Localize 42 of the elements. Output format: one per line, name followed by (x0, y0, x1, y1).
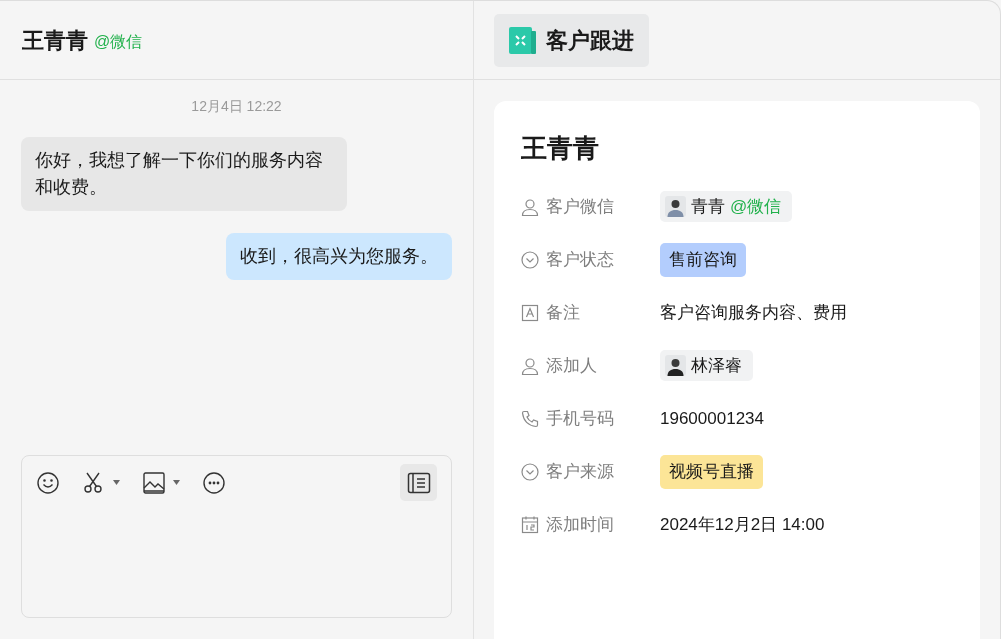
image-tool-button[interactable] (142, 470, 180, 495)
contact-chip[interactable]: 青青 @微信 (660, 191, 793, 222)
more-tool-button[interactable] (202, 470, 226, 495)
field-label: 备注 (546, 301, 580, 324)
person-icon (521, 197, 539, 216)
app-icon (509, 26, 536, 54)
caret-icon (113, 480, 120, 485)
field-label: 添加人 (546, 354, 597, 377)
field-label: 客户状态 (546, 248, 614, 271)
field-label: 客户微信 (546, 195, 614, 218)
more-icon (202, 470, 226, 495)
field-value: 2024年12月2日 14:00 (660, 513, 825, 536)
chevron-circle-icon (521, 462, 539, 481)
caret-icon (173, 480, 180, 485)
option-tag: 视频号直播 (660, 454, 763, 489)
emoji-tool-button[interactable] (36, 470, 60, 495)
person-chip[interactable]: 林泽睿 (660, 350, 753, 381)
channel-label: @微信 (94, 31, 143, 52)
scissors-tool-button[interactable] (82, 470, 120, 495)
smiley-icon (36, 470, 60, 495)
text-field-icon (521, 303, 539, 322)
message-bubble: 你好，我想了解一下你们的服务内容和收费。 (21, 137, 347, 211)
field-label: 手机号码 (546, 407, 614, 430)
field-label: 添加时间 (546, 513, 614, 536)
panel-icon (406, 471, 431, 494)
contact-name: 王青青 (22, 26, 88, 55)
person-icon (521, 356, 539, 375)
customer-follow-up-tab[interactable]: 客户跟进 (494, 13, 649, 67)
calendar-icon (521, 515, 539, 534)
customer-name: 王青青 (521, 132, 600, 165)
side-panel-button[interactable] (400, 464, 437, 501)
field-value: 客户咨询服务内容、费用 (660, 301, 847, 324)
avatar-icon (665, 196, 686, 217)
message-timestamp: 12月4日 12:22 (191, 97, 282, 116)
field-label: 客户来源 (546, 460, 614, 483)
image-icon (142, 470, 166, 495)
field-value: 19600001234 (660, 407, 764, 430)
chevron-circle-icon (521, 250, 539, 269)
message-bubble: 收到，很高兴为您服务。 (226, 233, 452, 280)
phone-icon (521, 409, 539, 428)
avatar-icon (665, 355, 686, 376)
option-tag: 售前咨询 (660, 242, 746, 277)
